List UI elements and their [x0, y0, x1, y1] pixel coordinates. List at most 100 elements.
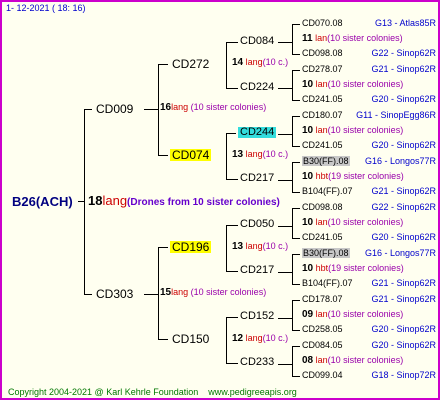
connector-line — [278, 318, 292, 319]
gen2-count-2: 13 — [232, 241, 244, 252]
connector-line — [278, 88, 292, 89]
connector-line — [278, 42, 292, 43]
gen4-queen-name[interactable]: CD178.07 — [302, 294, 343, 304]
gen4-queen-name[interactable]: CD241.05 — [302, 232, 343, 242]
gen4-queen-name[interactable]: CD278.07 — [302, 64, 343, 74]
connector-line — [292, 208, 300, 209]
gen3-queen-6[interactable]: CD152 — [240, 311, 274, 322]
gen2-queen-2[interactable]: CD196 — [170, 241, 212, 253]
gen4-lang: lan — [315, 355, 328, 365]
gen3-queen-3[interactable]: CD217 — [240, 173, 274, 184]
gen1-queen-0[interactable]: CD009 — [96, 103, 133, 115]
connector-line — [278, 180, 292, 181]
gen4-queen-row: CD241.05 G20 - Sinop62R — [302, 95, 436, 104]
gen2-queen-3[interactable]: CD150 — [172, 333, 209, 345]
gen4-queen-row: B104(FF).07 G21 - Sinop62R — [302, 187, 436, 196]
gen1-lang-0: lang — [171, 102, 189, 112]
gen4-note: (10 sister colonies) — [327, 125, 404, 135]
connector-line — [292, 284, 300, 285]
gen2-count-1: 13 — [232, 149, 244, 160]
gen4-location: G20 - Sinop62R — [371, 340, 436, 350]
connector-line — [292, 346, 300, 347]
root-queen[interactable]: B26(ACH) — [12, 195, 73, 208]
connector-line — [292, 238, 300, 239]
connector-line — [292, 162, 300, 163]
gen1-note-1: (10 sister colonies) — [190, 287, 267, 297]
gen4-queen-row: CD098.08 G22 - Sinop62R — [302, 49, 436, 58]
gen4-queen-name[interactable]: CD241.05 — [302, 140, 343, 150]
gen4-queen-name[interactable]: B30(FF).08 — [302, 156, 350, 166]
gen4-note: (19 sister colonies) — [328, 171, 404, 181]
gen3-queen-2[interactable]: CD244 — [238, 127, 277, 138]
gen4-queen-name[interactable]: CD084.05 — [302, 340, 343, 350]
gen4-queen-row: CD180.07 G11 - SinopEgg86R — [302, 111, 436, 120]
copyright-text: Copyright 2004-2021 @ Karl Kehrle Founda… — [8, 387, 199, 397]
gen4-queen-row: CD084.05 G20 - Sinop62R — [302, 341, 436, 350]
gen2-queen-0[interactable]: CD272 — [172, 58, 209, 70]
gen2-lang-1: lang — [245, 149, 263, 159]
gen4-drone-info: 10 lan(10 sister colonies) — [302, 126, 436, 136]
pedigree-frame: 1- 12-2021 ( 18: 16) B26(ACH) 18 lang (Dro… — [0, 0, 440, 400]
gen2-lang-3: lang — [245, 333, 263, 343]
connector-line — [278, 272, 292, 273]
connector-line — [292, 70, 293, 101]
gen4-count: 10 — [302, 217, 314, 228]
gen2-drone-info-2: 13 lang(10 c.) — [232, 242, 288, 252]
gen4-queen-name[interactable]: B104(FF).07 — [302, 186, 353, 196]
gen4-queen-name[interactable]: B30(FF).08 — [302, 248, 350, 258]
connector-line — [278, 364, 292, 365]
gen2-drone-info-1: 13 lang(10 c.) — [232, 150, 288, 160]
gen4-lang: lan — [315, 33, 328, 43]
gen4-queen-row: CD070.08 G13 - Atlas85R — [302, 19, 436, 28]
connector-line — [292, 116, 300, 117]
gen4-queen-row: CD098.08 G22 - Sinop62R — [302, 203, 436, 212]
gen3-queen-1[interactable]: CD224 — [240, 82, 274, 93]
gen3-queen-5[interactable]: CD217 — [240, 265, 274, 276]
gen4-queen-name[interactable]: CD098.08 — [302, 48, 343, 58]
gen4-queen-row: CD241.05 G20 - Sinop62R — [302, 141, 436, 150]
gen3-queen-0[interactable]: CD084 — [240, 36, 274, 47]
gen4-location: G22 - Sinop62R — [371, 202, 436, 212]
gen4-queen-name[interactable]: B104(FF).07 — [302, 278, 353, 288]
gen2-lang-0: lang — [245, 57, 263, 67]
root-note: (Drones from 10 sister colonies) — [127, 197, 280, 208]
connector-line — [292, 146, 300, 147]
gen4-lang: lan — [315, 125, 328, 135]
gen2-queen-1[interactable]: CD074 — [170, 149, 212, 161]
header-date: 1- 12-2021 ( 18: 16) — [6, 3, 86, 13]
connector-line — [292, 100, 300, 101]
gen4-location: G13 - Atlas85R — [374, 18, 436, 28]
gen2-drone-info-0: 14 lang(10 c.) — [232, 58, 288, 68]
gen4-count: 09 — [302, 309, 314, 320]
gen3-queen-7[interactable]: CD233 — [240, 357, 274, 368]
connector-line — [292, 116, 293, 147]
gen1-count-1: 15 — [160, 287, 172, 298]
gen4-location: G20 - Sinop62R — [371, 232, 436, 242]
gen3-queen-4[interactable]: CD050 — [240, 219, 274, 230]
gen4-note: (10 sister colonies) — [327, 33, 403, 43]
gen2-note-0: (10 c.) — [262, 57, 289, 67]
gen4-location: G20 - Sinop62R — [371, 324, 436, 334]
connector-line — [292, 346, 293, 377]
gen4-lang: lan — [315, 217, 328, 227]
gen4-queen-name[interactable]: CD098.08 — [302, 202, 343, 212]
gen4-queen-row: CD241.05 G20 - Sinop62R — [302, 233, 436, 242]
gen2-note-3: (10 c.) — [262, 333, 289, 343]
gen2-note-2: (10 c.) — [262, 241, 289, 251]
gen4-count: 10 — [302, 263, 314, 274]
gen4-note: (19 sister colonies) — [328, 263, 404, 273]
website-link[interactable]: www.pedigreeapis.org — [208, 387, 297, 397]
gen4-queen-name[interactable]: CD099.04 — [302, 370, 343, 380]
gen4-drone-info: 10 lan(10 sister colonies) — [302, 218, 436, 228]
gen4-queen-name[interactable]: CD180.07 — [302, 110, 343, 120]
gen4-count: 10 — [302, 171, 314, 182]
gen4-location: G16 - Longos77R — [364, 156, 436, 166]
gen1-queen-1[interactable]: CD303 — [96, 288, 133, 300]
connector-line — [278, 226, 292, 227]
gen4-queen-name[interactable]: CD241.05 — [302, 94, 343, 104]
root-count: 18 — [88, 193, 103, 208]
gen4-queen-name[interactable]: CD070.08 — [302, 18, 343, 28]
gen4-drone-info: 10 hbt(19 sister colonies) — [302, 264, 436, 274]
gen2-note-1: (10 c.) — [262, 149, 289, 159]
gen4-queen-name[interactable]: CD258.05 — [302, 324, 343, 334]
